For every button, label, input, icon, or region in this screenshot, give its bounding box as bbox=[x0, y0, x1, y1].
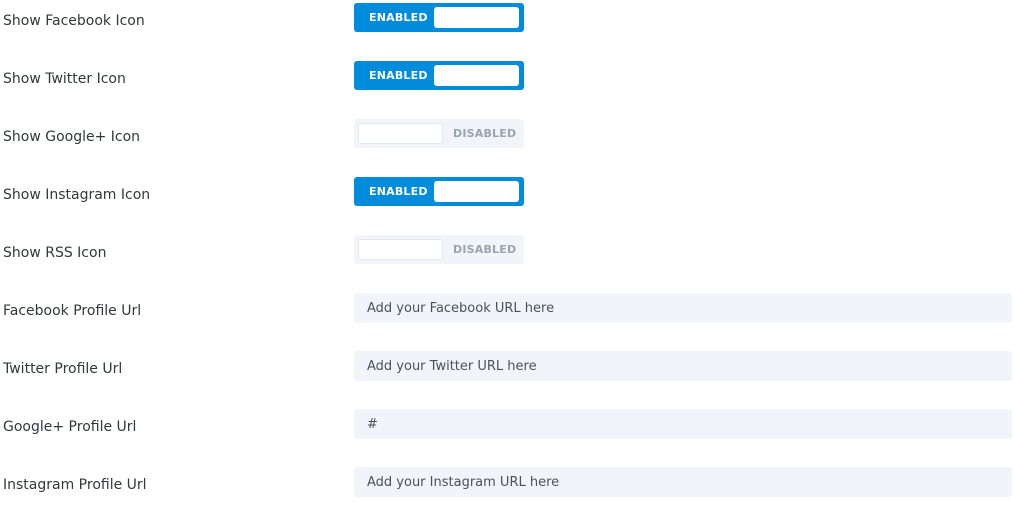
toggle-knob[interactable] bbox=[434, 65, 519, 86]
setting-label: Twitter Profile Url bbox=[3, 361, 123, 377]
twitter-url-input[interactable] bbox=[354, 351, 1012, 381]
show-rss-icon-toggle[interactable]: DISABLED bbox=[354, 235, 524, 264]
setting-row-show-twitter-icon: Show Twitter Icon ENABLED bbox=[0, 58, 1014, 116]
toggle-knob[interactable] bbox=[434, 7, 519, 28]
setting-row-instagram-profile-url: Instagram Profile Url bbox=[0, 464, 1014, 522]
toggle-state-text: ENABLED bbox=[369, 69, 428, 82]
setting-label: Show Google+ Icon bbox=[3, 129, 141, 145]
setting-row-show-google-plus-icon: Show Google+ Icon DISABLED bbox=[0, 116, 1014, 174]
setting-label: Show Instagram Icon bbox=[3, 187, 151, 203]
setting-label: Show Twitter Icon bbox=[3, 71, 126, 87]
toggle-state-text: ENABLED bbox=[369, 185, 428, 198]
toggle-state-text: DISABLED bbox=[453, 127, 517, 140]
setting-row-facebook-profile-url: Facebook Profile Url bbox=[0, 290, 1014, 348]
setting-row-twitter-profile-url: Twitter Profile Url bbox=[0, 348, 1014, 406]
toggle-knob[interactable] bbox=[434, 181, 519, 202]
setting-label: Instagram Profile Url bbox=[3, 477, 147, 493]
toggle-knob[interactable] bbox=[358, 239, 443, 260]
toggle-state-text: DISABLED bbox=[453, 243, 517, 256]
instagram-url-input[interactable] bbox=[354, 467, 1012, 497]
social-settings-panel: Show Facebook Icon ENABLED Show Twitter … bbox=[0, 0, 1014, 500]
setting-label: Show RSS Icon bbox=[3, 245, 107, 261]
toggle-knob[interactable] bbox=[358, 123, 443, 144]
setting-label: Facebook Profile Url bbox=[3, 303, 142, 319]
setting-row-show-rss-icon: Show RSS Icon DISABLED bbox=[0, 232, 1014, 290]
setting-row-show-facebook-icon: Show Facebook Icon ENABLED bbox=[0, 0, 1014, 58]
facebook-url-input[interactable] bbox=[354, 293, 1012, 323]
show-twitter-icon-toggle[interactable]: ENABLED bbox=[354, 61, 524, 90]
google-plus-url-input[interactable] bbox=[354, 409, 1012, 439]
setting-label: Show Facebook Icon bbox=[3, 13, 145, 29]
setting-row-google-plus-profile-url: Google+ Profile Url bbox=[0, 406, 1014, 464]
show-google-plus-icon-toggle[interactable]: DISABLED bbox=[354, 119, 524, 148]
setting-row-show-instagram-icon: Show Instagram Icon ENABLED bbox=[0, 174, 1014, 232]
setting-label: Google+ Profile Url bbox=[3, 419, 137, 435]
show-instagram-icon-toggle[interactable]: ENABLED bbox=[354, 177, 524, 206]
toggle-state-text: ENABLED bbox=[369, 11, 428, 24]
show-facebook-icon-toggle[interactable]: ENABLED bbox=[354, 3, 524, 32]
